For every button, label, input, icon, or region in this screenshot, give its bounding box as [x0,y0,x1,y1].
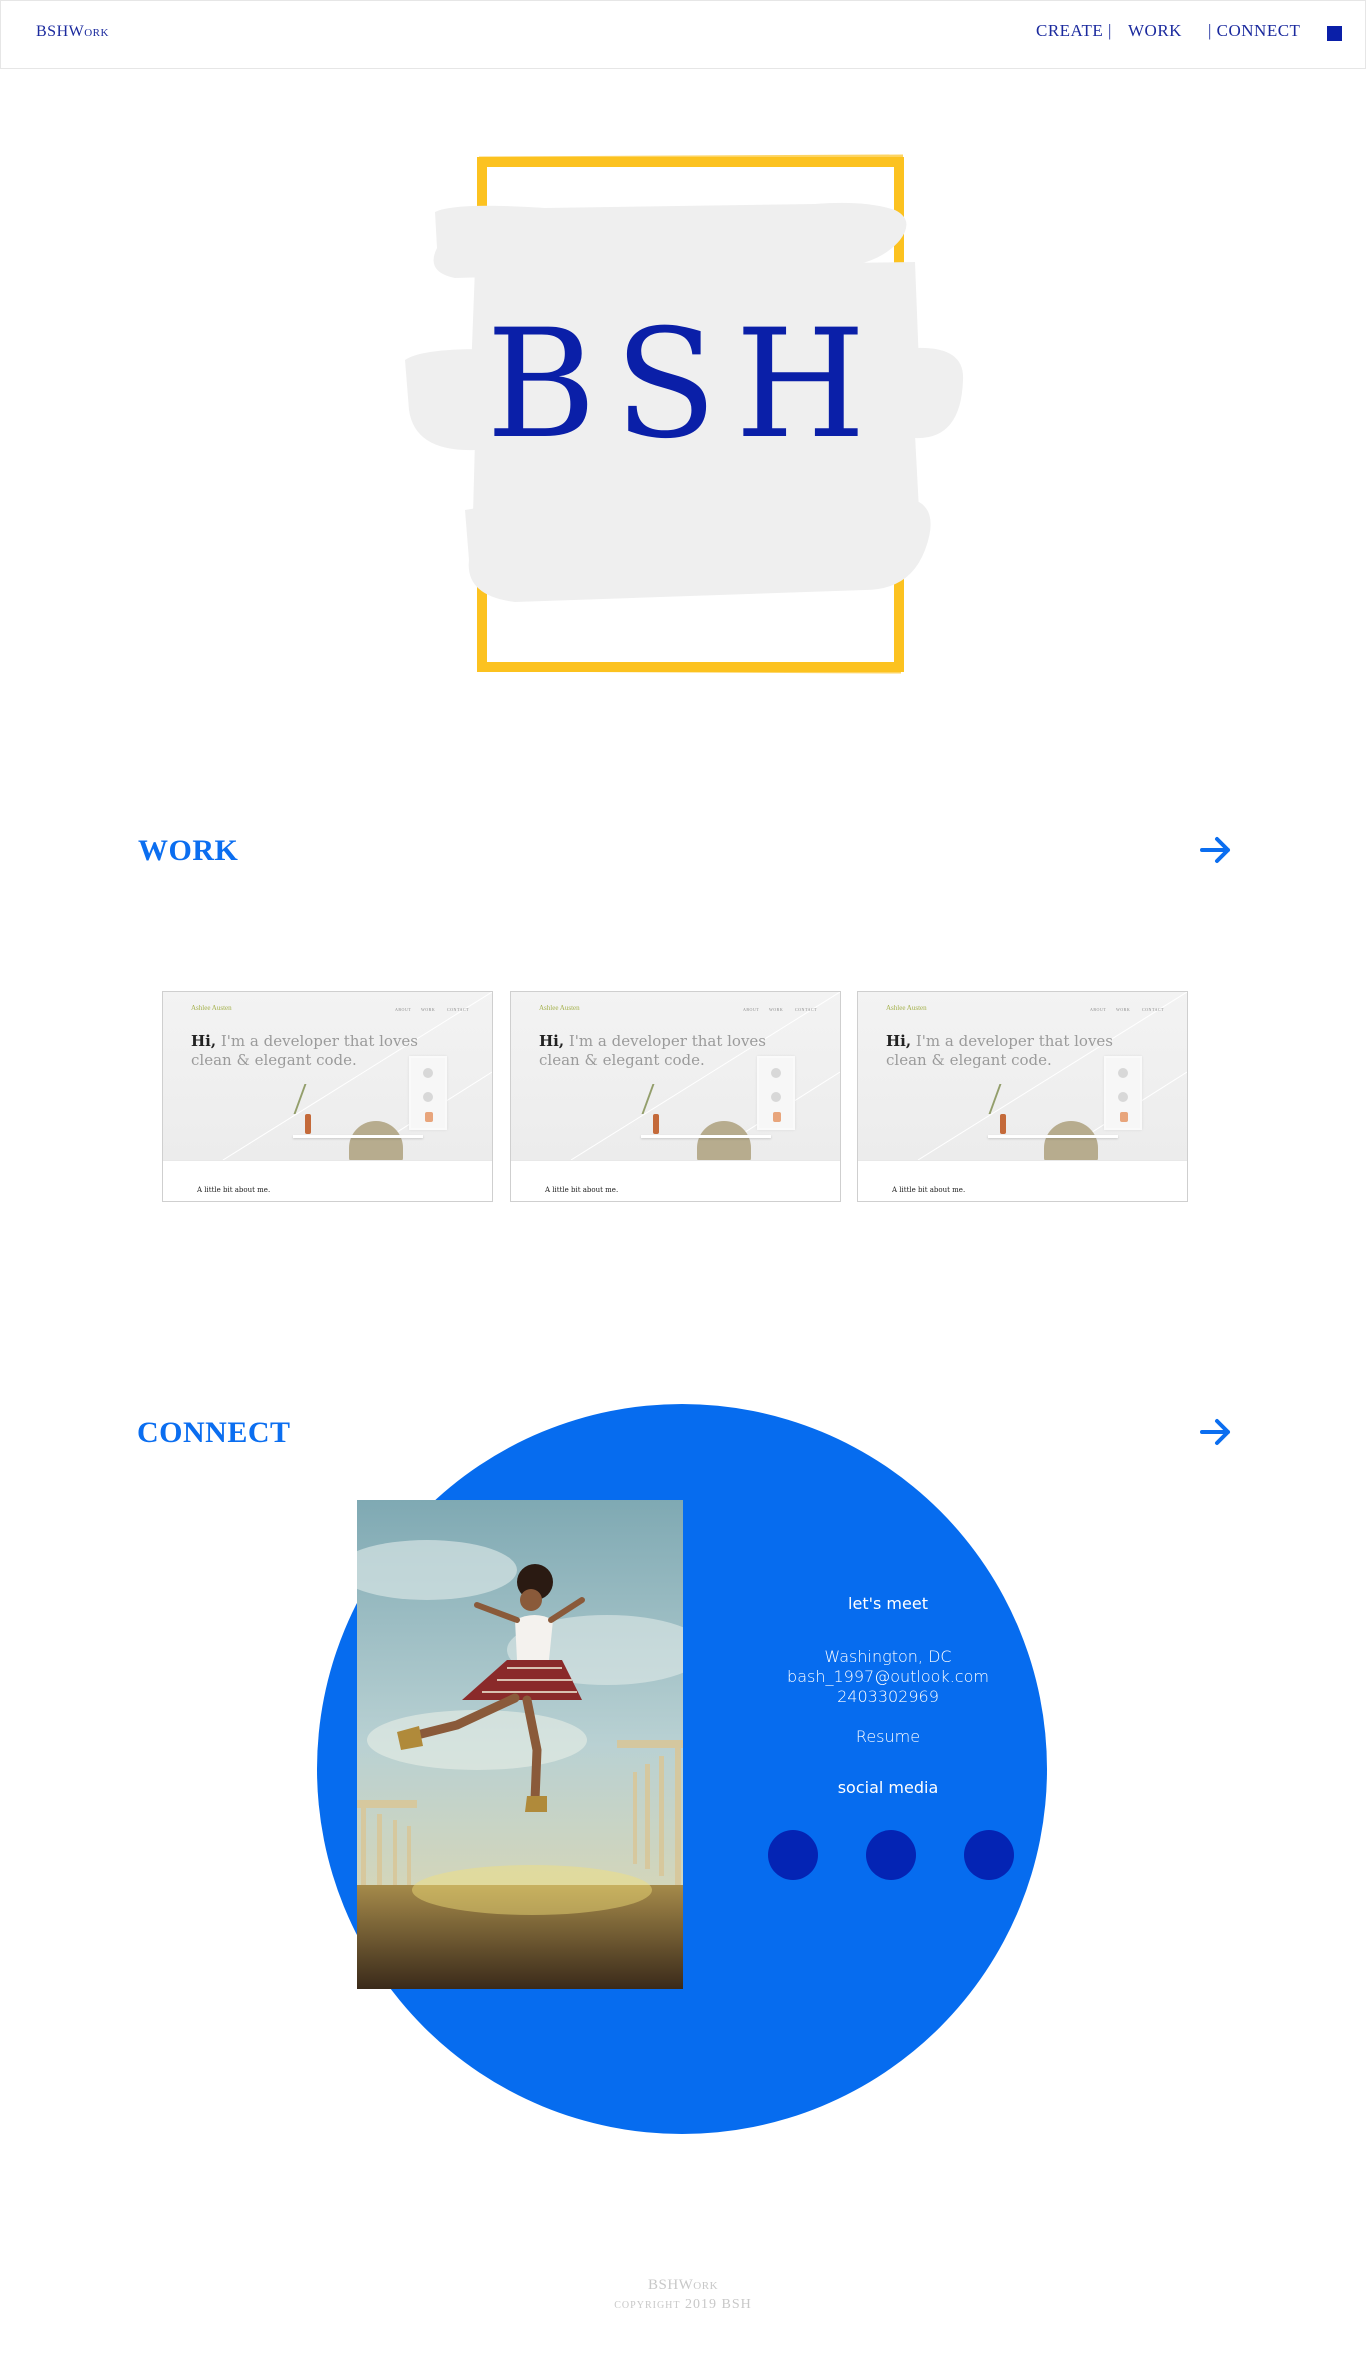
resume-link[interactable]: Resume [758,1727,1018,1746]
work-card[interactable]: Ashlee Austen ABOUT WORK CONTACT Hi, I'm… [162,991,493,1202]
card-brand: Ashlee Austen [886,1004,927,1012]
square-menu-icon[interactable] [1327,26,1342,41]
card-headline: Hi, I'm a developer that loves clean & e… [539,1032,766,1069]
work-card[interactable]: Ashlee Austen ABOUT WORK CONTACT Hi, I'm… [510,991,841,1202]
arrow-right-icon[interactable] [1198,1414,1234,1450]
connect-heading: CONNECT [137,1416,291,1449]
social-link-3[interactable] [964,1830,1014,1880]
card-nav-item: WORK [769,1007,784,1012]
footer-copyright: copyright 2019 BSH [614,2297,752,2312]
nav-connect[interactable]: | CONNECT [1208,21,1300,41]
footer-brand: BSHWork [647,2277,719,2293]
arrow-right-icon[interactable] [1198,832,1234,868]
phone-link[interactable]: 2403302969 [758,1687,1018,1706]
nav-work[interactable]: WORK [1128,21,1182,41]
card-nav-item: ABOUT [395,1007,412,1012]
card-brand: Ashlee Austen [539,1004,580,1012]
city-text: Washington, DC [824,1647,952,1666]
card-about: A little bit about me. [545,1186,619,1194]
card-headline: Hi, I'm a developer that loves clean & e… [191,1032,418,1069]
card-nav-item: CONTACT [447,1007,470,1012]
bsh-logo: BSH [395,150,975,680]
brand-link[interactable]: BSHWork [36,23,109,41]
card-hero: Ashlee Austen ABOUT WORK CONTACT Hi, I'm… [163,992,492,1161]
card-nav-item: ABOUT [1090,1007,1107,1012]
work-heading: WORK [138,834,239,867]
card-about: A little bit about me. [197,1186,271,1194]
lets-meet-heading: let's meet [848,1594,928,1613]
social-media-heading: social media [837,1778,939,1797]
profile-photo [357,1500,683,1989]
card-nav-item: WORK [1116,1007,1131,1012]
card-nav-item: CONTACT [795,1007,818,1012]
card-hero: Ashlee Austen ABOUT WORK CONTACT Hi, I'm… [858,992,1187,1161]
email-link[interactable]: bash_1997@outlook.com [758,1667,1018,1686]
nav-create[interactable]: CREATE | [1036,21,1112,41]
card-nav-item: ABOUT [743,1007,760,1012]
card-nav-item: WORK [421,1007,436,1012]
logo-text: BSH [486,298,884,472]
social-link-2[interactable] [866,1830,916,1880]
card-about: A little bit about me. [892,1186,966,1194]
card-headline: Hi, I'm a developer that loves clean & e… [886,1032,1113,1069]
card-brand: Ashlee Austen [191,1004,232,1012]
card-hero: Ashlee Austen ABOUT WORK CONTACT Hi, I'm… [511,992,840,1161]
social-link-1[interactable] [768,1830,818,1880]
work-card[interactable]: Ashlee Austen ABOUT WORK CONTACT Hi, I'm… [857,991,1188,1202]
card-nav-item: CONTACT [1142,1007,1165,1012]
